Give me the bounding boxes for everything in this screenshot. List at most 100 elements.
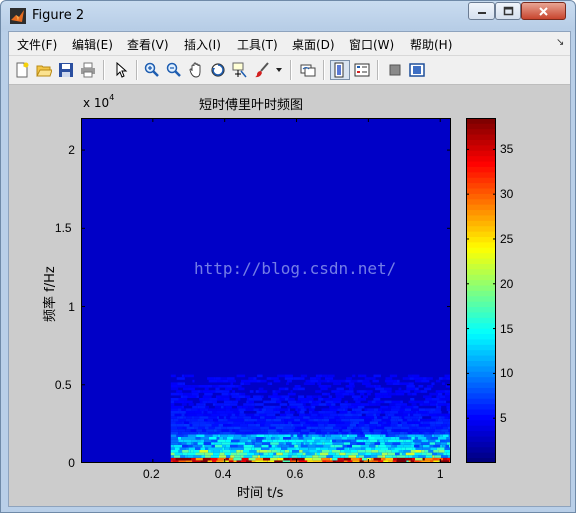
figure-canvas: x 104 短时傅里叶时频图 http://blog.csdn.net/ 频率 … <box>9 85 570 506</box>
spectrogram-cell <box>321 431 328 435</box>
brush-dropdown-button[interactable] <box>274 60 284 80</box>
new-figure-button[interactable] <box>12 60 32 80</box>
spectrogram-cell <box>365 450 372 453</box>
spectrogram-cell <box>293 377 300 380</box>
spectrogram-cell <box>170 444 174 448</box>
link-plot-button[interactable] <box>298 60 318 80</box>
save-button[interactable] <box>56 60 76 80</box>
spectrogram-cell <box>244 418 249 422</box>
spectrogram-cell <box>236 452 239 456</box>
zoom-in-button[interactable] <box>142 60 162 80</box>
spectrogram-cell <box>350 457 360 461</box>
spectrogram-cell <box>337 408 343 411</box>
colorbar-button[interactable] <box>330 60 350 80</box>
menu-help[interactable]: 帮助(H) <box>410 36 452 53</box>
spectrogram-cell <box>412 429 419 432</box>
spectrogram-cell <box>228 379 236 383</box>
toolbar <box>9 56 570 85</box>
spectrogram-cell <box>383 437 391 440</box>
spectrogram-cell <box>244 382 251 385</box>
spectrogram-cell <box>206 421 211 424</box>
hide-plot-tools-button[interactable] <box>385 60 405 80</box>
spectrogram-cell <box>358 426 362 430</box>
spectrogram-cell <box>257 379 261 383</box>
spectrogram-cell <box>426 429 435 432</box>
spectrogram-cell <box>255 442 263 445</box>
spectrogram-cell <box>275 392 278 396</box>
spectrogram-cell <box>223 379 229 383</box>
menu-file[interactable]: 文件(F) <box>17 36 57 53</box>
spectrogram-cell <box>323 444 331 448</box>
spectrogram-cell <box>203 413 212 417</box>
spectrogram-cell <box>296 403 303 406</box>
spectrogram-cell <box>375 400 385 404</box>
open-file-button[interactable] <box>34 60 54 80</box>
spectrogram-cell <box>389 403 396 406</box>
spectrogram-cell <box>296 442 302 445</box>
zoom-in-icon <box>144 62 159 77</box>
data-cursor-button[interactable] <box>230 60 250 80</box>
spectrogram-cell <box>243 450 250 453</box>
spectrogram-cell <box>384 439 388 443</box>
menu-desktop[interactable]: 桌面(D) <box>292 36 335 53</box>
spectrogram-cell <box>170 437 178 440</box>
pan-button[interactable] <box>186 60 206 80</box>
spectrogram-cell <box>204 392 213 396</box>
menu-view[interactable]: 查看(V) <box>127 36 169 53</box>
spectrogram-cell <box>381 392 389 396</box>
spectrogram-cell <box>289 450 292 453</box>
menu-overflow-icon[interactable]: ↘ <box>556 37 564 48</box>
spectrogram-cell <box>373 431 379 435</box>
spectrogram-cell <box>408 455 413 458</box>
spectrogram-cell <box>423 400 429 404</box>
spectrogram-axes[interactable] <box>81 118 451 463</box>
spectrogram-cell <box>308 434 312 437</box>
spectrogram-cell <box>333 429 340 432</box>
spectrogram-cell <box>276 429 282 432</box>
title-bar[interactable]: Figure 2 <box>1 1 575 31</box>
legend-button[interactable] <box>352 60 372 80</box>
spectrogram-cell <box>391 400 401 404</box>
rotate-button[interactable] <box>208 60 228 80</box>
spectrogram-cell <box>260 421 266 424</box>
spectrogram-cell <box>425 455 433 458</box>
spectrogram-cell <box>333 382 341 385</box>
menu-insert[interactable]: 插入(I) <box>184 36 221 53</box>
minimize-button[interactable] <box>468 2 495 20</box>
edit-plot-button[interactable] <box>111 60 131 80</box>
brush-button[interactable] <box>252 60 272 80</box>
spectrogram-cell <box>258 413 267 417</box>
spectrogram-cell <box>442 444 446 448</box>
spectrogram-cell <box>329 379 339 383</box>
spectrogram-cell <box>183 426 187 430</box>
maximize-button[interactable] <box>495 2 521 20</box>
spectrogram-cell <box>384 411 390 414</box>
spectrogram-cell <box>235 413 240 417</box>
spectrogram-cell <box>298 416 304 419</box>
spectrogram-cell <box>219 413 228 417</box>
spectrogram-cell <box>294 429 301 432</box>
print-button[interactable] <box>78 60 98 80</box>
menu-window[interactable]: 窗口(W) <box>349 36 394 53</box>
colorbar[interactable] <box>466 118 496 463</box>
spectrogram-cell <box>178 408 182 411</box>
spectrogram-cell <box>261 395 264 398</box>
spectrogram-cell <box>290 416 294 419</box>
spectrogram-cell <box>383 395 392 398</box>
spectrogram-cell <box>401 450 404 453</box>
spectrogram-cell <box>281 444 290 448</box>
show-plot-tools-button[interactable] <box>407 60 427 80</box>
menu-tools[interactable]: 工具(T) <box>237 36 278 53</box>
spectrogram-cell <box>398 434 405 437</box>
spectrogram-cell <box>268 395 271 398</box>
spectrogram-cell <box>305 442 310 445</box>
spectrogram-cell <box>183 434 188 437</box>
spectrogram-cell <box>264 416 273 419</box>
spectrogram-cell <box>277 444 282 448</box>
spectrogram-cell <box>182 457 192 461</box>
menu-edit[interactable]: 编辑(E) <box>72 36 113 53</box>
spectrogram-cell <box>364 421 370 424</box>
spectrogram-cell <box>301 455 306 458</box>
zoom-out-button[interactable] <box>164 60 184 80</box>
close-button[interactable] <box>521 2 566 20</box>
